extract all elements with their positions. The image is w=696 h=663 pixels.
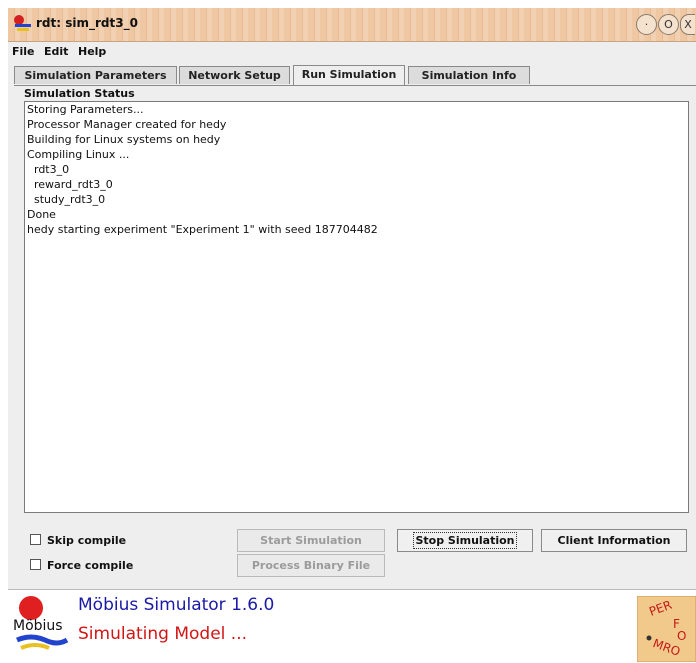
svg-text:Möbius: Möbius <box>13 618 63 634</box>
window-title: rdt: sim_rdt3_0 <box>36 16 138 30</box>
log-line: Storing Parameters... <box>27 103 144 116</box>
menu-edit[interactable]: Edit <box>44 45 68 58</box>
log-line: hedy starting experiment "Experiment 1" … <box>27 223 378 236</box>
menu-help[interactable]: Help <box>78 45 106 58</box>
log-line: study_rdt3_0 <box>27 193 106 206</box>
log-line: Processor Manager created for hedy <box>27 118 227 131</box>
menu-bar: File Edit Help <box>8 42 696 62</box>
force-compile-label: Force compile <box>47 559 134 572</box>
skip-compile-checkbox[interactable]: Skip compile <box>30 534 126 547</box>
log-line: rdt3_0 <box>27 163 70 176</box>
force-compile-checkbox[interactable]: Force compile <box>30 559 133 572</box>
tab-strip: Simulation Parameters Network Setup Run … <box>14 65 696 85</box>
product-version: Möbius Simulator 1.6.0 <box>78 595 275 615</box>
tab-simulation-info[interactable]: Simulation Info <box>408 66 530 84</box>
log-line: Compiling Linux ... <box>27 148 130 161</box>
client-information-button[interactable]: Client Information <box>541 529 687 552</box>
app-icon <box>14 15 31 31</box>
skip-compile-label: Skip compile <box>47 534 127 547</box>
checkbox-box[interactable] <box>30 534 41 545</box>
simulation-status-log[interactable]: Storing Parameters... Processor Manager … <box>24 101 689 513</box>
close-button[interactable]: X <box>680 14 695 35</box>
log-line: reward_rdt3_0 <box>27 178 113 191</box>
tab-divider <box>14 85 696 86</box>
process-binary-file-button[interactable]: Process Binary File <box>237 554 385 577</box>
perform-logo: PER F O MRO <box>637 596 696 662</box>
checkbox-box[interactable] <box>30 559 41 570</box>
minimize-button[interactable]: · <box>636 14 657 35</box>
simulation-status-label: Simulation Status <box>24 87 135 100</box>
activity-status: Simulating Model ... <box>78 624 248 644</box>
tab-network-setup[interactable]: Network Setup <box>179 66 290 84</box>
stop-simulation-button[interactable]: Stop Simulation <box>397 529 533 552</box>
title-bar[interactable]: rdt: sim_rdt3_0 · O X <box>8 8 696 42</box>
status-footer: Möbius Möbius Simulator 1.6.0 Simulating… <box>8 589 696 663</box>
log-line: Building for Linux systems on hedy <box>27 133 221 146</box>
svg-text:O: O <box>677 629 686 643</box>
maximize-button[interactable]: O <box>658 14 679 35</box>
stop-simulation-label: Stop Simulation <box>413 532 517 549</box>
start-simulation-button[interactable]: Start Simulation <box>237 529 385 552</box>
tab-run-simulation[interactable]: Run Simulation <box>293 65 405 85</box>
mobius-logo: Möbius <box>13 596 69 650</box>
tab-simulation-parameters[interactable]: Simulation Parameters <box>14 66 177 84</box>
app-window: rdt: sim_rdt3_0 · O X File Edit Help Sim… <box>8 8 696 663</box>
menu-file[interactable]: File <box>12 45 35 58</box>
log-line: Done <box>27 208 56 221</box>
